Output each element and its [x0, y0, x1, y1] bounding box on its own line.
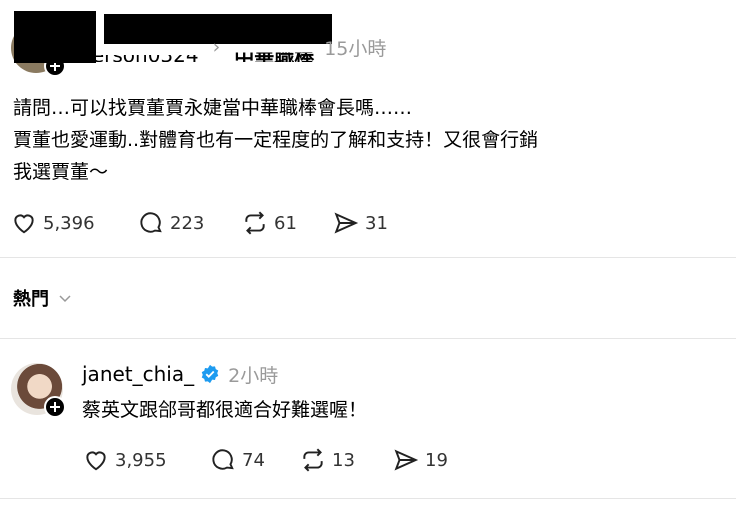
repost-count: 61 — [274, 212, 297, 234]
repost-count: 13 — [332, 449, 355, 471]
post-line: 賈董也愛運動..對體育也有一定程度的了解和支持！又很會行銷 — [13, 129, 539, 151]
post-line: 我選賈董～ — [13, 161, 109, 183]
reply-text: 蔡英文跟郃哥都很適合好難選喔！ — [82, 399, 368, 421]
comment-button[interactable]: 223 — [138, 210, 204, 236]
share-button[interactable]: 31 — [333, 210, 388, 236]
chevron-down-icon — [59, 295, 71, 303]
send-icon — [394, 449, 419, 471]
repost-icon — [245, 211, 265, 235]
reply-time: 2小時 — [228, 364, 279, 387]
send-icon — [334, 212, 359, 234]
sort-dropdown[interactable]: 熱門 — [13, 285, 73, 311]
heart-icon — [86, 451, 106, 471]
heart-icon — [14, 214, 34, 234]
comment-icon — [140, 212, 162, 233]
repost-icon — [303, 448, 323, 472]
reply-username[interactable]: janet_chia_ — [82, 362, 194, 386]
post-line: 請問…可以找賈董賈永婕當中華職棒會長嗎…… — [13, 97, 413, 119]
repost-button[interactable]: 13 — [300, 447, 355, 473]
post-body: 請問…可以找賈董賈永婕當中華職棒會長嗎…… 賈董也愛運動..對體育也有一定程度的… — [13, 92, 538, 188]
divider — [0, 257, 736, 258]
comment-icon — [212, 449, 234, 470]
post-username[interactable]: verson0324 — [80, 55, 199, 62]
share-count: 31 — [365, 212, 388, 234]
comment-count: 223 — [170, 212, 205, 234]
like-button[interactable]: 3,955 — [83, 447, 167, 473]
topic-link[interactable]: 中華職棒 — [234, 53, 314, 63]
comment-button[interactable]: 74 — [210, 447, 265, 473]
like-button[interactable]: 5,396 — [11, 210, 95, 236]
breadcrumb-separator: › — [212, 36, 221, 58]
follow-plus-icon[interactable] — [44, 396, 66, 418]
comment-count: 74 — [242, 449, 265, 471]
like-count: 5,396 — [43, 212, 95, 234]
divider — [0, 498, 736, 499]
share-count: 19 — [425, 449, 448, 471]
sort-label: 熱門 — [13, 289, 49, 310]
verified-badge-icon — [201, 364, 219, 384]
share-button[interactable]: 19 — [393, 447, 448, 473]
post-time: 15小時 — [324, 37, 387, 60]
divider — [0, 338, 736, 339]
repost-button[interactable]: 61 — [242, 210, 297, 236]
like-count: 3,955 — [115, 449, 167, 471]
